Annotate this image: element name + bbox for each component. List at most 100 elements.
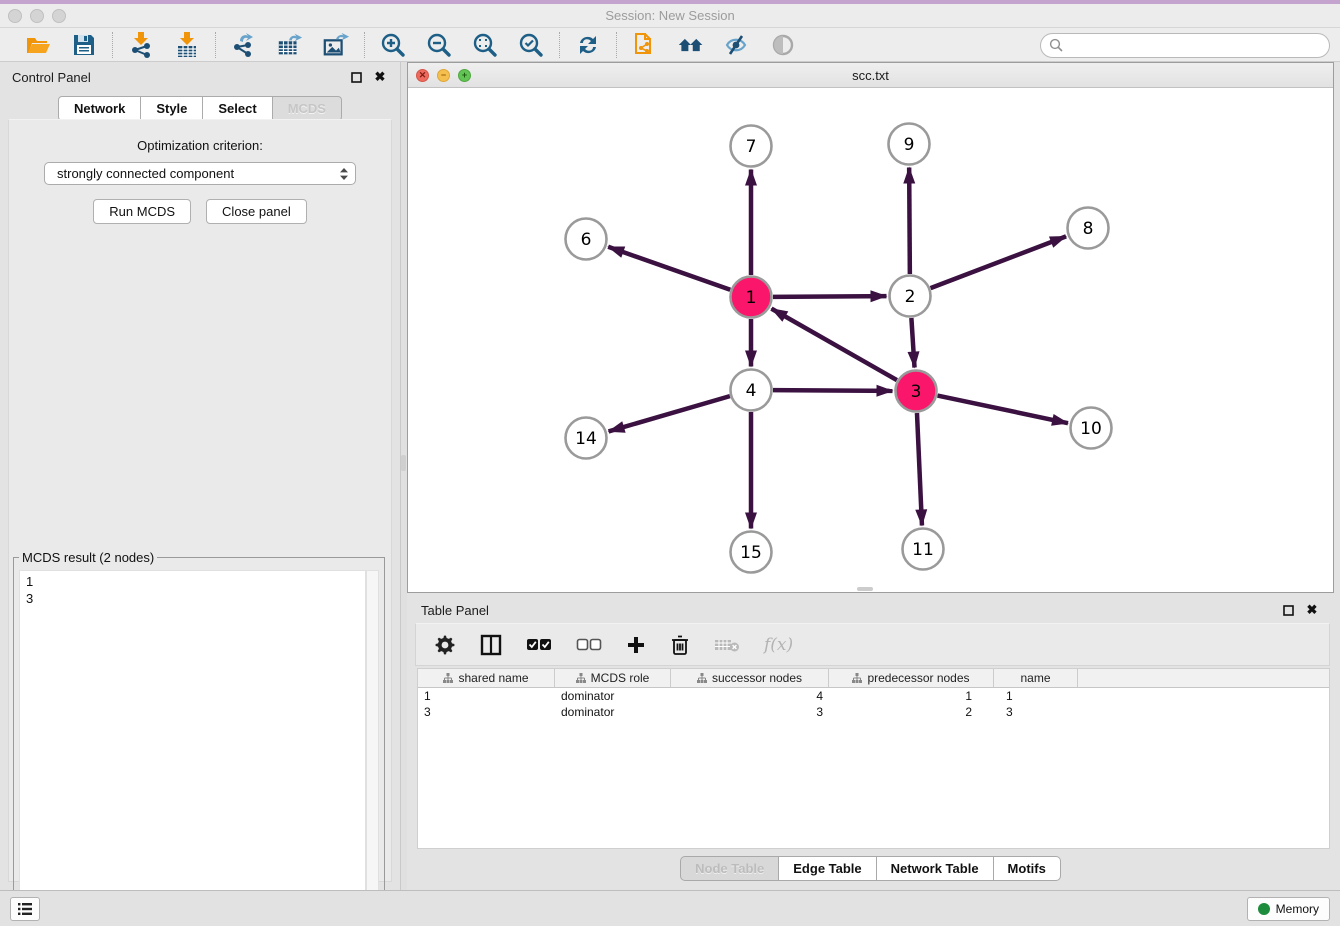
copy-style-icon[interactable] — [631, 31, 659, 59]
optimization-criterion-select[interactable]: strongly connected component — [44, 162, 356, 185]
tab-style[interactable]: Style — [141, 96, 203, 121]
cell-shared-name[interactable]: 3 — [418, 704, 555, 720]
function-builder-icon[interactable]: f(x) — [764, 632, 793, 658]
cell-name[interactable]: 1 — [994, 688, 1078, 704]
delete-table-icon[interactable] — [714, 632, 740, 658]
select-all-rows-icon[interactable] — [526, 632, 552, 658]
export-table-icon[interactable] — [276, 31, 304, 59]
export-network-icon[interactable] — [230, 31, 258, 59]
panel-divider-grip[interactable] — [401, 455, 406, 471]
column-header-predecessor-nodes[interactable]: predecessor nodes — [829, 669, 994, 687]
open-folder-icon[interactable] — [24, 31, 52, 59]
node-label-10: 10 — [1080, 419, 1102, 439]
tab-network[interactable]: Network — [58, 96, 141, 121]
edge-2-3[interactable] — [911, 318, 914, 368]
control-panel-title: Control Panel — [12, 70, 340, 85]
edge-1-6[interactable] — [608, 247, 730, 290]
panel-divider[interactable] — [400, 62, 407, 890]
edge-4-14[interactable] — [609, 396, 730, 431]
zoom-out-icon[interactable] — [425, 31, 453, 59]
hide-selected-icon[interactable] — [723, 31, 751, 59]
edge-3-11[interactable] — [917, 413, 922, 526]
split-pane-icon[interactable] — [480, 632, 502, 658]
node-label-8: 8 — [1083, 219, 1094, 239]
network-view-window: ✕ − + scc.txt 7968124314101511 — [407, 62, 1334, 593]
task-list-icon — [17, 902, 33, 916]
edge-2-9[interactable] — [909, 167, 910, 274]
node-label-2: 2 — [905, 287, 916, 307]
float-panel-icon[interactable] — [348, 69, 364, 85]
tab-select[interactable]: Select — [203, 96, 272, 121]
tab-motifs[interactable]: Motifs — [994, 856, 1061, 881]
close-panel-icon[interactable]: ✖ — [372, 69, 388, 85]
close-panel-button[interactable]: Close panel — [206, 199, 307, 224]
node-label-4: 4 — [746, 381, 757, 401]
control-panel-tabs: Network Style Select MCDS — [0, 96, 400, 121]
show-all-icon[interactable] — [769, 31, 797, 59]
stepper-chevrons-icon — [339, 167, 349, 181]
search-input[interactable] — [1068, 38, 1329, 53]
cell-successor-nodes[interactable]: 3 — [671, 704, 829, 720]
save-session-icon[interactable] — [70, 31, 98, 59]
zoom-selected-icon[interactable] — [517, 31, 545, 59]
network-canvas[interactable]: 7968124314101511 — [408, 88, 1333, 592]
import-table-icon[interactable] — [173, 31, 201, 59]
search-box[interactable] — [1040, 33, 1330, 58]
node-label-1: 1 — [746, 288, 757, 308]
refresh-styles-icon[interactable] — [574, 31, 602, 59]
add-column-icon[interactable] — [626, 632, 646, 658]
cell-predecessor-nodes[interactable]: 1 — [829, 688, 994, 704]
control-panel: Control Panel ✖ Network Style Select MCD… — [0, 62, 400, 890]
first-neighbors-icon[interactable] — [677, 31, 705, 59]
table-panel: Table Panel ✖ f(x) — [407, 595, 1334, 888]
table-header-row: shared name MCDS role successor nodes pr… — [418, 669, 1329, 688]
tab-mcds[interactable]: MCDS — [273, 96, 342, 121]
task-history-button[interactable] — [10, 897, 40, 921]
export-image-icon[interactable] — [322, 31, 350, 59]
tab-node-table[interactable]: Node Table — [680, 856, 779, 881]
memory-button[interactable]: Memory — [1247, 897, 1330, 921]
cell-name[interactable]: 3 — [994, 704, 1078, 720]
cell-mcds-role[interactable]: dominator — [555, 704, 671, 720]
mcds-panel: Optimization criterion: strongly connect… — [8, 119, 392, 882]
network-graph[interactable]: 7968124314101511 — [408, 88, 1333, 592]
run-mcds-button[interactable]: Run MCDS — [93, 199, 191, 224]
cell-mcds-role[interactable]: dominator — [555, 688, 671, 704]
zoom-in-icon[interactable] — [379, 31, 407, 59]
column-label: MCDS role — [591, 671, 650, 685]
network-window-titlebar[interactable]: ✕ − + scc.txt — [408, 63, 1333, 88]
mcds-result-legend: MCDS result (2 nodes) — [19, 550, 157, 565]
delete-column-icon[interactable] — [670, 632, 690, 658]
column-label: name — [1020, 671, 1050, 685]
close-table-panel-icon[interactable]: ✖ — [1304, 602, 1320, 618]
mcds-result-scrollbar[interactable] — [366, 570, 379, 912]
cell-shared-name[interactable]: 1 — [418, 688, 555, 704]
settings-gear-icon[interactable] — [434, 632, 456, 658]
deselect-all-rows-icon[interactable] — [576, 632, 602, 658]
edge-3-1[interactable] — [771, 309, 896, 380]
mcds-result-list[interactable]: 1 3 — [19, 570, 366, 912]
column-label: shared name — [458, 671, 528, 685]
node-table[interactable]: shared name MCDS role successor nodes pr… — [417, 668, 1330, 849]
titlebar: Session: New Session — [0, 4, 1340, 28]
float-table-panel-icon[interactable] — [1280, 602, 1296, 618]
status-bar: Memory — [0, 890, 1340, 926]
column-header-name[interactable]: name — [994, 669, 1078, 687]
zoom-fit-icon[interactable] — [471, 31, 499, 59]
edge-4-3[interactable] — [773, 390, 893, 391]
table-row[interactable]: 3 dominator 3 2 3 — [418, 704, 1329, 720]
tab-network-table[interactable]: Network Table — [877, 856, 994, 881]
edge-3-10[interactable] — [938, 396, 1068, 424]
edge-2-8[interactable] — [931, 236, 1066, 288]
import-network-icon[interactable] — [127, 31, 155, 59]
cell-successor-nodes[interactable]: 4 — [671, 688, 829, 704]
network-window-title: scc.txt — [408, 68, 1333, 83]
column-header-shared-name[interactable]: shared name — [418, 669, 555, 687]
tab-edge-table[interactable]: Edge Table — [779, 856, 876, 881]
column-header-mcds-role[interactable]: MCDS role — [555, 669, 671, 687]
cell-predecessor-nodes[interactable]: 2 — [829, 704, 994, 720]
edge-1-2[interactable] — [773, 296, 887, 297]
table-row[interactable]: 1 dominator 4 1 1 — [418, 688, 1329, 704]
column-header-successor-nodes[interactable]: successor nodes — [671, 669, 829, 687]
network-horizontal-scrollbar[interactable] — [857, 587, 873, 591]
